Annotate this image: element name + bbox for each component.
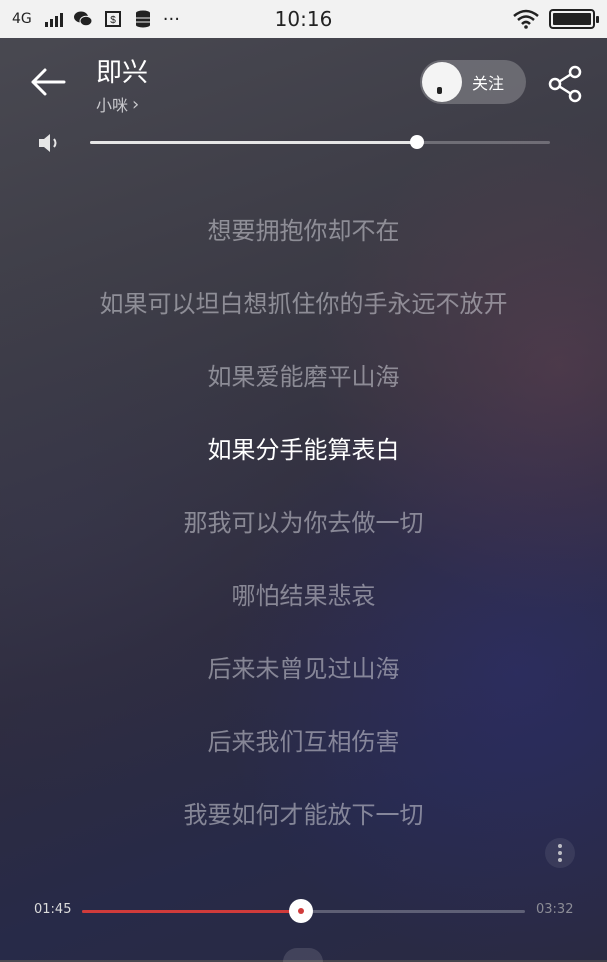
lyric-line: 哪怕结果悲哀 <box>231 582 376 610</box>
lyric-line: 想要拥抱你却不在 <box>207 217 400 245</box>
lyric-line: 后来我们互相伤害 <box>207 728 400 756</box>
volume-thumb[interactable] <box>409 135 424 149</box>
lyric-line-current: 如果分手能算表白 <box>207 436 400 464</box>
share-button[interactable] <box>546 64 586 104</box>
svg-text:$: $ <box>110 15 116 26</box>
lyric-line: 我要如何才能放下一切 <box>183 801 424 829</box>
lyric-line: 那我可以为你去做一切 <box>183 509 424 537</box>
volume-fill <box>90 141 417 144</box>
lyric-line: 如果爱能磨平山海 <box>207 363 400 391</box>
follow-button[interactable]: 关注 <box>420 60 526 104</box>
progress-fill <box>82 910 302 913</box>
progress-thumb[interactable] <box>289 899 314 923</box>
battery-icon <box>549 9 599 29</box>
song-title: 即兴 <box>96 58 149 88</box>
share-icon <box>548 65 582 103</box>
back-arrow-icon <box>31 68 66 96</box>
current-time: 01:45 <box>34 902 72 917</box>
volume-icon[interactable] <box>36 130 62 156</box>
follow-label: 关注 <box>472 74 505 93</box>
signal-icon <box>44 11 63 27</box>
notification-icon: $ <box>103 10 123 28</box>
more-options-button[interactable] <box>545 838 575 868</box>
artist-link[interactable]: 小咪 › <box>96 92 139 116</box>
chevron-right-icon: › <box>132 93 140 115</box>
dot <box>558 858 562 862</box>
network-label: 4G <box>12 11 32 27</box>
playback-progress-bar[interactable] <box>82 899 525 923</box>
back-button[interactable] <box>28 62 68 102</box>
dot <box>558 844 562 848</box>
artist-avatar <box>422 62 462 102</box>
wifi-icon <box>513 9 539 29</box>
wechat-icon <box>73 10 93 28</box>
status-bar: 4G $ ··· 10:16 <box>0 0 607 38</box>
total-time: 03:32 <box>536 902 574 917</box>
lyric-line: 如果可以坦白想抓住你的手永远不放开 <box>99 290 508 318</box>
volume-slider[interactable] <box>90 135 550 149</box>
lyric-line: 后来未曾见过山海 <box>207 655 400 683</box>
database-icon <box>133 10 153 28</box>
dot <box>558 851 562 855</box>
more-dots-icon: ··· <box>162 8 180 30</box>
artist-name: 小咪 <box>96 96 129 115</box>
